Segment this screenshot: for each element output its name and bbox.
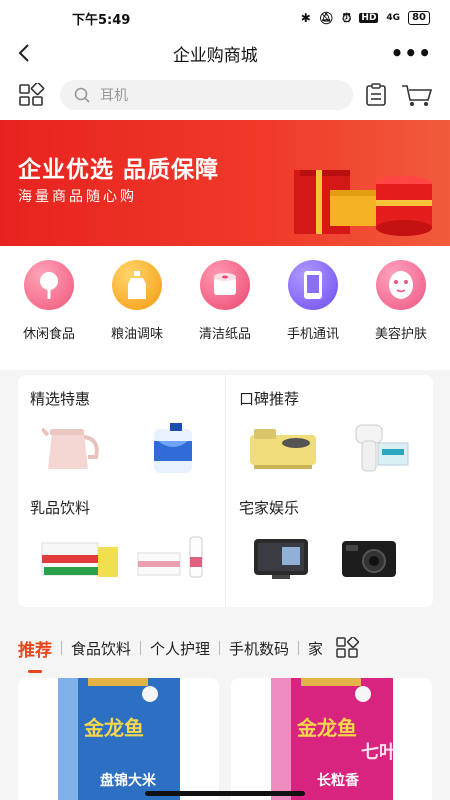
mute-icon: 🔕︎ — [318, 11, 335, 25]
product-card[interactable]: 金龙鱼 长粒香 Jinlongyu 七叶子 — [231, 678, 432, 800]
category-tabs: 推荐 食品饮料 个人护理 手机数码 家 — [0, 622, 450, 674]
divider — [225, 375, 226, 607]
banner-subtitle: 海量商品随心购 — [18, 189, 137, 205]
back-button[interactable] — [18, 42, 40, 64]
section-title: 宅家娱乐 — [239, 499, 300, 517]
lollipop-icon — [24, 260, 74, 310]
tab-grid-button[interactable] — [336, 636, 360, 659]
order-list-button[interactable] — [365, 83, 389, 107]
tab-recommend[interactable]: 推荐 — [18, 636, 52, 673]
alarm-icon: ⏰︎ — [342, 10, 352, 25]
category-row: 休闲食品 粮油调味 清洁纸品 手机通讯 美容护肤 — [0, 246, 450, 370]
watermark: 七叶子 — [361, 742, 415, 763]
action-camera-image — [342, 541, 396, 577]
detergent-image — [154, 423, 192, 473]
section-title: 乳品饮料 — [30, 499, 91, 517]
status-bar: 下午5:49 ✱ 🔕︎ ⏰︎ HD 4G 80 — [0, 0, 450, 36]
tab-digital[interactable]: 手机数码 — [229, 638, 289, 659]
smart-display-image — [254, 539, 308, 579]
phone-icon — [288, 260, 338, 310]
clipboard-icon — [366, 83, 386, 106]
thermometer-image — [355, 424, 409, 472]
section-title: 口碑推荐 — [239, 390, 300, 408]
product-brand: 金龙鱼 — [297, 716, 357, 740]
product-brand: 金龙鱼 — [84, 716, 144, 740]
tab-food-drink[interactable]: 食品饮料 — [71, 638, 131, 659]
product-name: 长粒香 — [317, 773, 359, 789]
tab-home[interactable]: 家 — [308, 638, 322, 659]
product-card[interactable]: 金龙鱼 盘锦大米 Jinlongyu — [18, 678, 219, 800]
oil-bottle-icon — [112, 260, 162, 310]
category-item[interactable]: 美容护肤 — [358, 260, 444, 370]
cart-button[interactable] — [401, 83, 433, 107]
category-item[interactable]: 手机通讯 — [270, 260, 356, 370]
chevron-left-icon — [18, 44, 29, 62]
section-title: 精选特惠 — [30, 390, 91, 408]
signal-icon: 4G — [386, 13, 401, 23]
grid-icon — [336, 636, 360, 658]
search-icon — [74, 87, 90, 103]
promo-banner[interactable]: 企业优选 品质保障 海量商品随心购 — [0, 120, 450, 246]
category-item[interactable]: 粮油调味 — [94, 260, 180, 370]
product-side-text: Jinlongyu — [48, 692, 59, 738]
search-row: 耳机 — [0, 70, 450, 120]
tab-divider — [219, 641, 221, 655]
tab-divider — [140, 641, 142, 655]
water-pack-image — [41, 542, 118, 577]
search-placeholder: 耳机 — [100, 88, 128, 104]
status-time: 下午5:49 — [72, 12, 131, 28]
gift-boxes-image — [294, 170, 432, 236]
bluetooth-icon: ✱ — [300, 11, 311, 25]
category-grid-button[interactable] — [18, 81, 48, 107]
battery-icon: 80 — [408, 11, 430, 25]
face-mask-icon — [376, 260, 426, 310]
banner-title: 企业优选 品质保障 — [18, 157, 220, 183]
category-label: 美容护肤 — [374, 327, 427, 342]
tab-personal-care[interactable]: 个人护理 — [150, 638, 210, 659]
home-indicator[interactable] — [145, 791, 305, 796]
breakfast-maker-image — [250, 429, 316, 469]
hd-badge: HD — [359, 13, 379, 23]
tab-divider — [298, 641, 300, 655]
kettle-image — [42, 427, 99, 469]
nav-bar: 企业购商城 ••• — [0, 36, 450, 70]
category-label: 粮油调味 — [110, 327, 163, 342]
cart-icon — [402, 85, 433, 106]
category-item[interactable]: 清洁纸品 — [182, 260, 268, 370]
promo-grid: 精选特惠 口碑推荐 乳品饮料 宅家娱乐 — [18, 375, 433, 607]
product-side-text: Jinlongyu — [261, 692, 272, 738]
category-label: 休闲食品 — [22, 327, 75, 342]
milk-bottles-image — [137, 536, 203, 578]
category-item[interactable]: 休闲食品 — [6, 260, 92, 370]
page-title: 企业购商城 — [172, 45, 258, 66]
product-name: 盘锦大米 — [100, 773, 156, 789]
category-label: 清洁纸品 — [198, 327, 251, 342]
status-icons: ✱ 🔕︎ ⏰︎ HD 4G 80 — [301, 11, 430, 26]
tab-divider — [61, 641, 62, 655]
tissue-roll-icon — [200, 260, 250, 310]
grid-icon — [19, 81, 45, 106]
more-options-button[interactable]: ••• — [391, 41, 432, 65]
category-label: 手机通讯 — [286, 327, 339, 342]
search-input[interactable]: 耳机 — [60, 80, 353, 110]
